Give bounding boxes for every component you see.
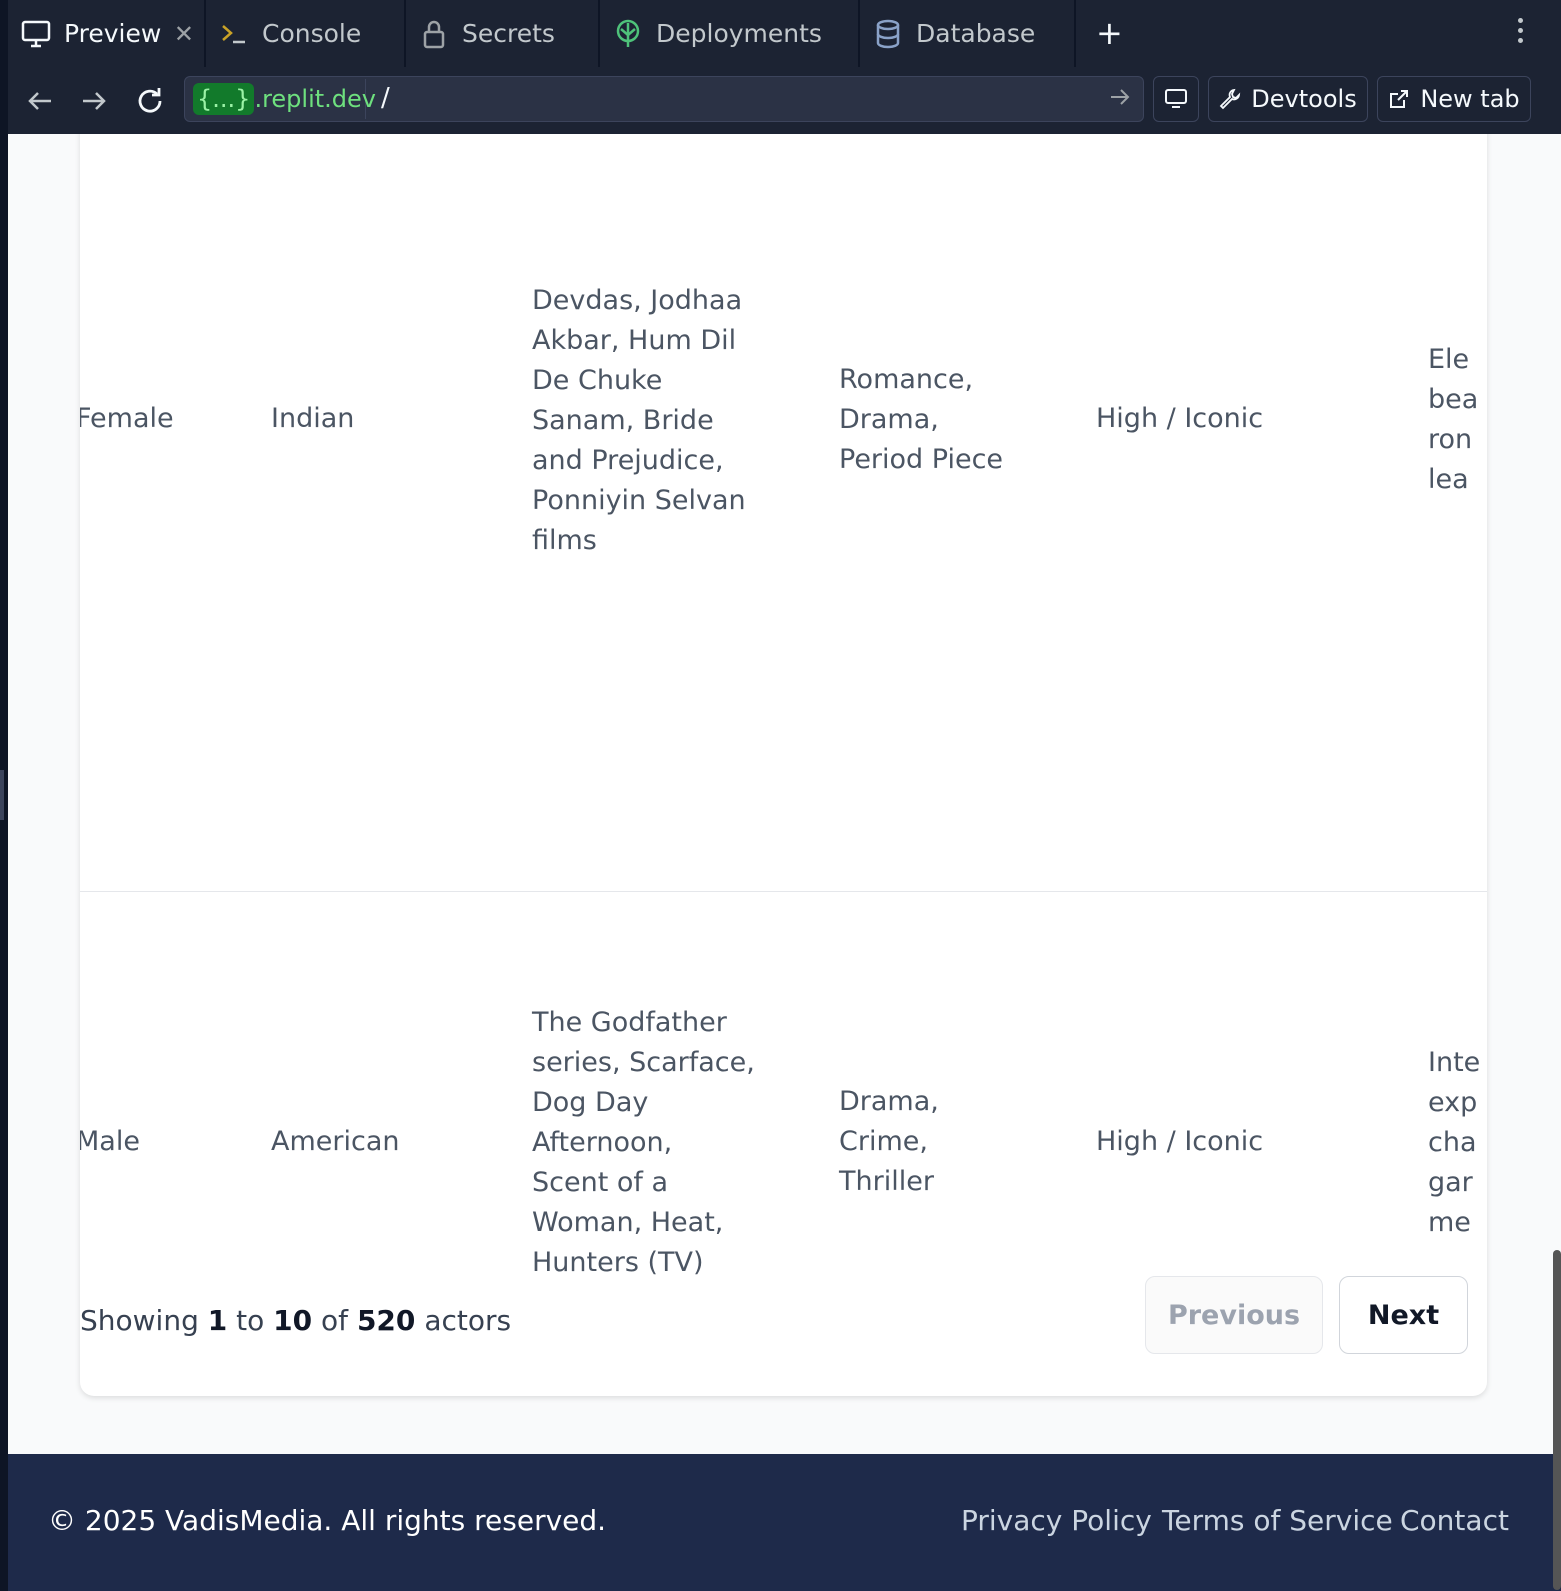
resize-handle[interactable]	[0, 770, 4, 820]
works-line: series, Scarface,	[532, 1047, 755, 1078]
contact-link[interactable]: Contact	[1400, 1504, 1509, 1537]
devtools-label: Devtools	[1251, 85, 1357, 113]
database-icon	[872, 18, 904, 50]
notes-line: Inte	[1428, 1047, 1481, 1078]
url-path-input[interactable]: /	[381, 83, 390, 113]
works-line: Sanam, Bride	[532, 405, 714, 436]
terms-of-service-link[interactable]: Terms of Service	[1162, 1504, 1393, 1537]
notes-line: bea	[1428, 384, 1479, 415]
works-line: The Godfather	[532, 1007, 727, 1038]
gender-cell: Female	[80, 403, 174, 434]
new-tab-button[interactable]: New tab	[1377, 76, 1531, 122]
genre-line: Drama,	[839, 1086, 939, 1117]
works-line: Dog Day	[532, 1087, 649, 1118]
tab-preview[interactable]: Preview ✕	[8, 0, 206, 67]
summary-prefix: Showing	[80, 1304, 199, 1337]
browser-navbar: {...} .replit.dev / Devtools New tab	[8, 67, 1561, 134]
next-button[interactable]: Next	[1339, 1276, 1468, 1354]
privacy-policy-link[interactable]: Privacy Policy	[961, 1504, 1152, 1537]
tab-label: Database	[916, 19, 1036, 48]
tab-label: Console	[262, 19, 362, 48]
go-arrow-icon[interactable]	[1109, 87, 1131, 111]
notes-line: Ele	[1428, 344, 1470, 375]
tab-label: Secrets	[462, 19, 555, 48]
works-line: Ponniyin Selvan	[532, 485, 746, 516]
works-line: Scent of a	[532, 1167, 669, 1198]
genre-line: Drama,	[839, 404, 939, 435]
summary-to-word: to	[236, 1304, 265, 1337]
close-icon[interactable]: ✕	[174, 20, 194, 48]
genres-cell: Drama, Crime, Thriller	[839, 1082, 939, 1202]
works-line: Hunters (TV)	[532, 1247, 704, 1278]
genre-line: Thriller	[839, 1166, 934, 1197]
page-scrollbar[interactable]	[1553, 1250, 1561, 1590]
works-line: films	[532, 525, 597, 556]
works-cell: The Godfather series, Scarface, Dog Day …	[532, 1003, 755, 1283]
genre-line: Romance,	[839, 364, 974, 395]
preview-page: Female Indian Devdas, Jodhaa Akbar, Hum …	[8, 134, 1561, 1591]
notes-line: lea	[1428, 464, 1469, 495]
workspace-tab-bar: Preview ✕ Console Secrets Deployments Da…	[8, 0, 1561, 68]
url-bar[interactable]: {...} .replit.dev /	[184, 76, 1144, 122]
copyright-text: © 2025 VadisMedia. All rights reserved.	[48, 1504, 607, 1537]
external-link-icon	[1390, 90, 1409, 108]
reload-icon[interactable]	[132, 83, 168, 119]
site-footer: © 2025 VadisMedia. All rights reserved. …	[8, 1454, 1561, 1591]
gender-cell: Male	[80, 1126, 140, 1157]
tab-database[interactable]: Database	[860, 0, 1076, 67]
add-tab-icon[interactable]: +	[1096, 14, 1123, 52]
nationality-cell: Indian	[271, 403, 355, 434]
summary-of-word: of	[321, 1304, 349, 1337]
tab-label: Preview	[64, 19, 162, 48]
summary-suffix: actors	[424, 1304, 512, 1337]
summary-from: 1	[207, 1304, 228, 1337]
works-line: Devdas, Jodhaa	[532, 285, 743, 316]
tab-label: Deployments	[656, 19, 822, 48]
summary-to: 10	[273, 1304, 313, 1337]
genre-line: Period Piece	[839, 444, 1004, 475]
domain-placeholder-badge: {...}	[193, 83, 255, 115]
monitor-icon	[20, 18, 52, 50]
deploy-icon	[612, 18, 644, 50]
wrench-icon	[1220, 88, 1241, 110]
terminal-icon	[218, 18, 250, 50]
popularity-cell: High / Iconic	[1096, 1126, 1264, 1157]
popularity-cell: High / Iconic	[1096, 403, 1264, 434]
works-cell: Devdas, Jodhaa Akbar, Hum Dil De Chuke S…	[532, 281, 746, 561]
url-domain: {...} .replit.dev	[187, 79, 376, 119]
notes-line: ron	[1428, 424, 1473, 455]
notes-line: cha	[1428, 1127, 1477, 1158]
notes-cell: Ele bea ron lea	[1428, 340, 1487, 500]
works-line: and Prejudice,	[532, 445, 724, 476]
genres-cell: Romance, Drama, Period Piece	[839, 360, 1003, 480]
forward-arrow-icon[interactable]	[76, 83, 112, 119]
table-row: Female Indian Devdas, Jodhaa Akbar, Hum …	[80, 134, 1487, 892]
genre-line: Crime,	[839, 1126, 928, 1157]
actors-table: Female Indian Devdas, Jodhaa Akbar, Hum …	[80, 134, 1487, 1396]
notes-cell: Inte exp cha gar me	[1428, 1043, 1487, 1243]
lock-icon	[418, 18, 450, 50]
screen-icon	[1165, 89, 1187, 108]
works-line: De Chuke	[532, 365, 663, 396]
device-toggle-button[interactable]	[1153, 76, 1199, 122]
new-tab-label: New tab	[1420, 85, 1520, 113]
notes-line: gar	[1428, 1167, 1473, 1198]
more-options-icon[interactable]	[1518, 18, 1526, 48]
tab-console[interactable]: Console	[206, 0, 406, 67]
notes-line: me	[1428, 1207, 1471, 1238]
back-arrow-icon[interactable]	[22, 83, 58, 119]
devtools-button[interactable]: Devtools	[1208, 76, 1368, 122]
summary-total: 520	[356, 1304, 416, 1337]
previous-button[interactable]: Previous	[1145, 1276, 1323, 1354]
tab-deployments[interactable]: Deployments	[600, 0, 860, 67]
pagination-summary: Showing 1 to 10 of 520 actors	[80, 1304, 511, 1337]
works-line: Akbar, Hum Dil	[532, 325, 737, 356]
nationality-cell: American	[271, 1126, 400, 1157]
domain-suffix: .replit.dev	[254, 85, 376, 113]
notes-line: exp	[1428, 1087, 1478, 1118]
works-line: Woman, Heat,	[532, 1207, 724, 1238]
works-line: Afternoon,	[532, 1127, 673, 1158]
tab-secrets[interactable]: Secrets	[406, 0, 600, 67]
